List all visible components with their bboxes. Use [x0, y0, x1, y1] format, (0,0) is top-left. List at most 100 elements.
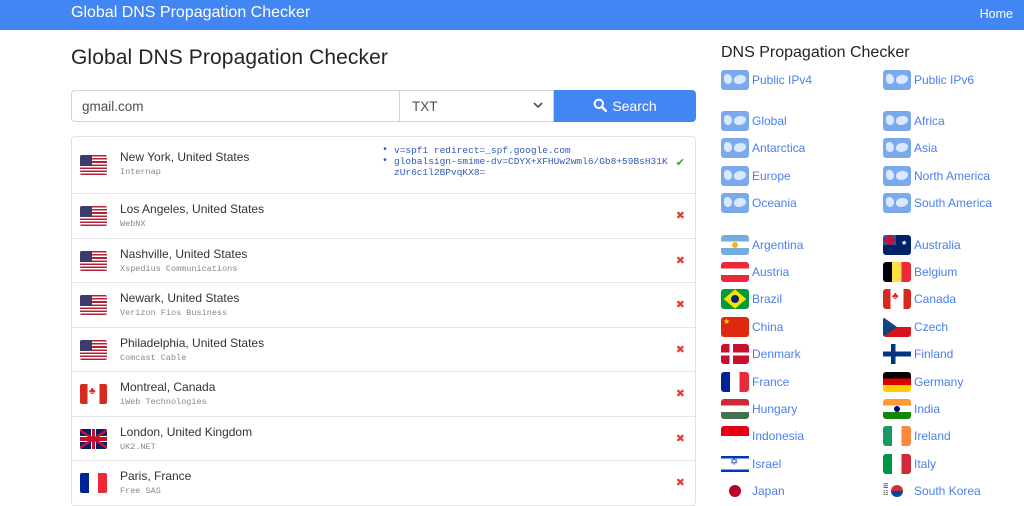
sidebar-link-public-ipv6[interactable]: Public IPv6 — [883, 66, 1011, 93]
sidebar-link-austria[interactable]: Austria — [721, 258, 883, 285]
sidebar-link-label: Belgium — [914, 265, 958, 280]
sidebar-link-israel[interactable]: Israel — [721, 450, 883, 477]
result-row: Paris, France Free SAS ✖ — [72, 461, 695, 506]
sidebar-link-label: Indonesia — [752, 429, 805, 444]
sidebar-link-label: Oceania — [752, 196, 797, 211]
sidebar-link-south-korea[interactable]: South Korea — [883, 477, 1011, 504]
result-isp: Xspedius Communications — [120, 263, 238, 274]
txt-record: v=spf1 redirect=_spf.google.com — [380, 145, 670, 156]
sidebar-link-label: Italy — [914, 456, 937, 471]
flag-us-icon — [80, 295, 107, 315]
result-location: Paris, France — [120, 469, 192, 483]
sidebar-link-indonesia[interactable]: Indonesia — [721, 423, 883, 450]
result-location: Philadelphia, United States — [120, 335, 265, 350]
sidebar-link-australia[interactable]: Australia — [883, 231, 1011, 258]
cross-icon: ✖ — [675, 388, 685, 400]
result-row: New York, United States Internap v=spf1 re… — [72, 137, 695, 194]
page-title: Global DNS Propagation Checker — [71, 46, 388, 69]
sidebar-link-germany[interactable]: Germany — [883, 368, 1011, 395]
world-map-icon — [721, 193, 749, 214]
sidebar-title: DNS Propagation Checker — [721, 44, 910, 61]
country-links: Argentina Australia Austria Belgium Brazil Ca… — [721, 231, 1011, 505]
flag-de-icon — [883, 371, 911, 392]
domain-input[interactable] — [71, 90, 400, 122]
flag-ar-icon — [721, 234, 749, 255]
sidebar-link-oceania[interactable]: Oceania — [721, 190, 883, 217]
check-icon: ✔ — [675, 157, 685, 169]
sidebar-link-canada[interactable]: Canada — [883, 286, 1011, 313]
sidebar-link-france[interactable]: France — [721, 368, 883, 395]
world-map-icon — [883, 69, 911, 90]
sidebar-link-asia[interactable]: Asia — [883, 135, 1011, 162]
sidebar-link-public-ipv4[interactable]: Public IPv4 — [721, 66, 883, 93]
sidebar-link-label: Europe — [752, 168, 791, 183]
sidebar-link-hungary[interactable]: Hungary — [721, 395, 883, 422]
home-link[interactable]: Home — [980, 7, 1013, 21]
search-button[interactable]: Search — [554, 90, 696, 122]
sidebar-link-italy[interactable]: Italy — [883, 450, 1011, 477]
sidebar-link-antarctica[interactable]: Antarctica — [721, 135, 883, 162]
sidebar: DNS Propagation Checker Public IPv4 Publi… — [721, 44, 1011, 505]
result-row: London, United Kingdom UK2.NET ✖ — [72, 417, 695, 461]
flag-fi-icon — [883, 344, 911, 365]
result-location: New York, United States — [120, 150, 250, 164]
cross-icon: ✖ — [675, 299, 685, 311]
sidebar-link-label: China — [752, 319, 784, 334]
result-location: Nashville, United States — [120, 246, 248, 261]
flag-ca-icon — [883, 289, 911, 310]
sidebar-link-label: India — [914, 401, 941, 416]
sidebar-link-brazil[interactable]: Brazil — [721, 286, 883, 313]
sidebar-link-label: Israel — [752, 456, 782, 471]
flag-it-icon — [883, 453, 911, 474]
result-row: Montreal, Canada iWeb Technologies ✖ — [72, 372, 695, 417]
result-row: Philadelphia, United States Comcast Cable… — [72, 328, 695, 372]
result-isp: Free SAS — [120, 486, 161, 496]
result-location: Newark, United States — [120, 291, 240, 305]
record-type-value: TXT — [412, 98, 438, 114]
sidebar-link-label: Ireland — [914, 429, 951, 444]
flag-au-icon — [883, 234, 911, 255]
sidebar-link-label: Africa — [914, 114, 945, 129]
sidebar-link-argentina[interactable]: Argentina — [721, 231, 883, 258]
result-row: Nashville, United States Xspedius Communi… — [72, 239, 695, 283]
sidebar-link-finland[interactable]: Finland — [883, 341, 1011, 368]
sidebar-link-denmark[interactable]: Denmark — [721, 341, 883, 368]
flag-br-icon — [721, 289, 749, 310]
sidebar-link-africa[interactable]: Africa — [883, 107, 1011, 134]
sidebar-link-india[interactable]: India — [883, 395, 1011, 422]
world-map-icon — [883, 111, 911, 132]
sidebar-link-czech[interactable]: Czech — [883, 313, 1011, 340]
flag-cn-icon — [721, 316, 749, 337]
sidebar-link-label: Brazil — [752, 292, 783, 307]
sidebar-link-europe[interactable]: Europe — [721, 162, 883, 189]
cross-icon: ✖ — [675, 432, 685, 445]
result-isp: WebNX — [120, 219, 146, 229]
sidebar-link-label: France — [752, 374, 790, 389]
world-map-icon — [721, 138, 749, 159]
sidebar-link-north-america[interactable]: North America — [883, 162, 1011, 189]
sidebar-link-japan[interactable]: Japan — [721, 477, 883, 504]
sidebar-link-south-america[interactable]: South America — [883, 190, 1011, 217]
flag-us-icon — [80, 206, 107, 226]
cross-icon: ✖ — [675, 343, 685, 356]
flag-in-icon — [883, 398, 911, 419]
sidebar-link-label: Germany — [914, 374, 964, 389]
sidebar-link-global[interactable]: Global — [721, 107, 883, 134]
record-type-select[interactable]: TXT — [400, 90, 554, 122]
world-map-icon — [721, 111, 749, 132]
sidebar-link-china[interactable]: China — [721, 313, 883, 340]
sidebar-link-ireland[interactable]: Ireland — [883, 423, 1011, 450]
sidebar-link-belgium[interactable]: Belgium — [883, 258, 1011, 285]
flag-dk-icon — [721, 344, 749, 365]
txt-record: globalsign-smime-dv=CDYX+XFHUw2wml6/Gb8+… — [380, 156, 670, 178]
world-map-icon — [721, 69, 749, 90]
result-row: Newark, United States Verizon Fios Busine… — [72, 283, 695, 328]
sidebar-link-label: Hungary — [752, 401, 798, 416]
sidebar-link-label: Canada — [914, 292, 957, 307]
search-button-label: Search — [612, 98, 657, 114]
results-list: New York, United States Internap v=spf1 re… — [71, 136, 696, 506]
flag-at-icon — [721, 262, 749, 283]
world-map-icon — [721, 165, 749, 186]
result-isp: Internap — [120, 167, 161, 177]
navbar-brand[interactable]: Global DNS Propagation Checker — [71, 4, 310, 22]
